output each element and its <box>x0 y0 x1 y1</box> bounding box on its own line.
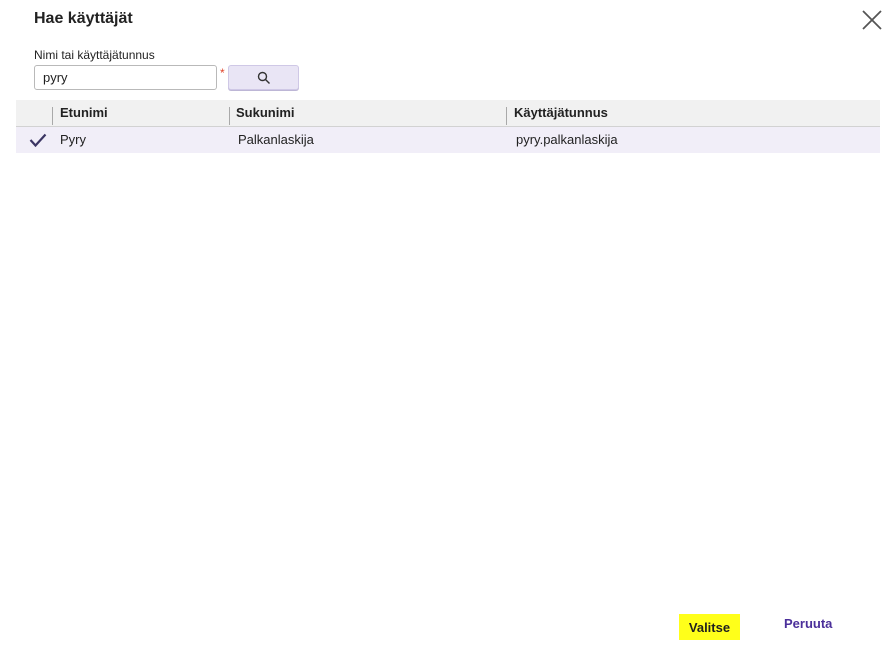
table-header: Etunimi Sukunimi Käyttäjätunnus <box>16 100 880 127</box>
close-icon <box>862 10 882 30</box>
cell-last-name: Palkanlaskija <box>238 132 314 147</box>
close-button[interactable] <box>861 9 883 31</box>
select-button[interactable]: Valitse <box>679 614 740 640</box>
search-button[interactable] <box>228 65 299 90</box>
search-field-label: Nimi tai käyttäjätunnus <box>34 48 155 62</box>
column-header-username[interactable]: Käyttäjätunnus <box>514 100 608 126</box>
search-icon <box>257 71 270 84</box>
dialog-title: Hae käyttäjät <box>34 10 133 27</box>
column-header-last-name[interactable]: Sukunimi <box>236 100 295 126</box>
column-header-first-name[interactable]: Etunimi <box>60 100 108 126</box>
cancel-button[interactable]: Peruuta <box>784 616 832 631</box>
table-row[interactable]: Pyry Palkanlaskija pyry.palkanlaskija <box>16 127 880 153</box>
column-separator[interactable] <box>52 107 53 125</box>
cell-first-name: Pyry <box>60 132 86 147</box>
search-input[interactable] <box>34 65 217 90</box>
column-separator[interactable] <box>506 107 507 125</box>
required-indicator: * <box>220 66 225 80</box>
users-table: Etunimi Sukunimi Käyttäjätunnus Pyry Pal… <box>16 100 880 153</box>
column-separator[interactable] <box>229 107 230 125</box>
cell-username: pyry.palkanlaskija <box>516 132 618 147</box>
search-users-dialog: Hae käyttäjät Nimi tai käyttäjätunnus * … <box>0 0 885 660</box>
check-icon <box>29 133 47 147</box>
